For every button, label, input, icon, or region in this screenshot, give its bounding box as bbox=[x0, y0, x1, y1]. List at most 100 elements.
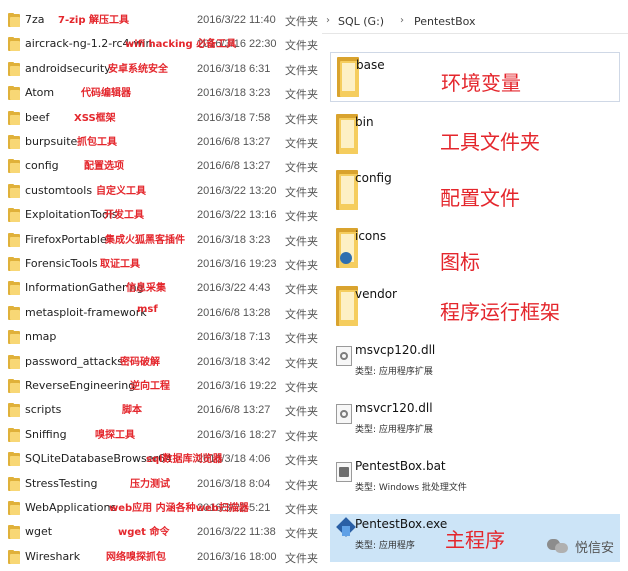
annotation-label: wifi hacking 必备工具 bbox=[125, 39, 237, 51]
file-name: WebApplications bbox=[25, 501, 117, 514]
file-type: 类型: Windows 批处理文件 bbox=[355, 483, 467, 493]
date-modified: 2016/6/8 13:28 bbox=[197, 306, 271, 319]
annotation-label: XSS框架 bbox=[74, 112, 116, 124]
annotation-label: 环境变量 bbox=[441, 71, 521, 95]
file-name: FirefoxPortable bbox=[25, 232, 107, 246]
batch-file-icon bbox=[336, 462, 352, 482]
date-modified: 2016/6/8 13:27 bbox=[197, 136, 271, 148]
list-item[interactable]: Sniffing 2016/3/16 18:27 文件夹 bbox=[0, 423, 318, 447]
folder-tile[interactable]: config 配置文件 bbox=[330, 166, 620, 216]
folder-name: bin bbox=[355, 115, 374, 129]
list-item[interactable]: metasploit-framework 2016/6/8 13:28 文件夹 bbox=[0, 301, 318, 325]
file-type: 文件夹 bbox=[285, 15, 318, 28]
list-item[interactable]: Atom 2016/3/18 3:23 文件夹 bbox=[0, 81, 318, 105]
annotation-label: 抓包工具 bbox=[77, 137, 117, 148]
folder-icon bbox=[8, 37, 20, 52]
breadcrumb-drive[interactable]: SQL (G:) bbox=[338, 15, 384, 28]
folder-icon bbox=[8, 159, 20, 174]
annotation-label: web应用 内涵各种web扫描器 bbox=[109, 503, 249, 514]
date-modified: 2016/3/18 7:13 bbox=[197, 331, 271, 344]
annotation-label: 程序运行框架 bbox=[440, 300, 560, 324]
date-modified: 2016/3/16 19:23 bbox=[197, 258, 277, 270]
left-file-list: 7za 2016/3/22 11:40 文件夹 7-zip 解压工具 aircrack-… bbox=[0, 0, 318, 571]
folder-tile[interactable]: bin 工具文件夹 bbox=[330, 110, 620, 160]
date-modified: 2016/3/18 7:58 bbox=[197, 111, 271, 124]
file-name: ForensicTools bbox=[25, 257, 98, 270]
date-modified: 2016/3/16 19:22 bbox=[197, 380, 277, 392]
file-type: 文件夹 bbox=[285, 210, 318, 224]
file-name: Atom bbox=[25, 86, 55, 100]
file-name: msvcr120.dll bbox=[355, 401, 433, 415]
folder-name: vendor bbox=[355, 287, 397, 301]
folder-icon bbox=[8, 61, 20, 76]
file-type: 类型: 应用程序 bbox=[355, 541, 415, 551]
annotation-label: 主程序 bbox=[445, 528, 505, 552]
folder-icon bbox=[8, 330, 20, 345]
folder-icon bbox=[8, 183, 20, 198]
annotation-label: 脚本 bbox=[122, 405, 142, 417]
file-name: ReverseEngineering bbox=[25, 379, 136, 392]
folder-icon bbox=[8, 476, 20, 491]
dll-file-icon bbox=[336, 346, 352, 366]
list-item[interactable]: 7za 2016/3/22 11:40 文件夹 bbox=[0, 8, 318, 32]
breadcrumb-folder[interactable]: PentestBox bbox=[414, 15, 476, 28]
file-type: 文件夹 bbox=[285, 63, 318, 77]
folder-tile[interactable]: vendor 程序运行框架 bbox=[330, 282, 620, 332]
file-type: 文件夹 bbox=[285, 112, 318, 126]
file-name: nmap bbox=[25, 330, 57, 344]
file-name: config bbox=[25, 159, 59, 173]
file-tile[interactable]: msvcr120.dll 类型: 应用程序扩展 bbox=[330, 398, 620, 446]
file-name: scripts bbox=[25, 403, 62, 417]
file-name: password_attacks bbox=[25, 354, 123, 368]
annotation-label: 安卓系统安全 bbox=[108, 63, 168, 75]
list-item[interactable]: beef 2016/3/18 7:58 文件夹 bbox=[0, 106, 318, 130]
breadcrumb-separator: › bbox=[400, 15, 404, 26]
app-cube-icon bbox=[336, 517, 356, 540]
list-item[interactable]: nmap 2016/3/18 7:13 文件夹 bbox=[0, 325, 318, 349]
annotation-label: 网络嗅探抓包 bbox=[106, 551, 166, 563]
annotation-label: wget 命令 bbox=[118, 527, 170, 539]
file-name: wget bbox=[25, 525, 53, 539]
date-modified: 2016/3/18 6:31 bbox=[197, 62, 271, 75]
file-name: androidsecurity bbox=[25, 61, 111, 75]
file-type: 文件夹 bbox=[285, 405, 318, 419]
list-item[interactable]: scripts 2016/6/8 13:27 文件夹 bbox=[0, 398, 318, 422]
annotation-label: 7-zip 解压工具 bbox=[58, 15, 129, 26]
list-item[interactable]: config 2016/6/8 13:27 文件夹 bbox=[0, 154, 318, 178]
list-item[interactable]: burpsuite 2016/6/8 13:27 文件夹 bbox=[0, 130, 318, 154]
folder-icon bbox=[8, 232, 20, 247]
date-modified: 2016/3/18 8:04 bbox=[197, 477, 271, 490]
file-type: 文件夹 bbox=[285, 39, 318, 53]
folder-icon bbox=[8, 354, 20, 369]
annotation-label: 密码破解 bbox=[120, 356, 160, 368]
file-type: 文件夹 bbox=[285, 259, 318, 272]
folder-name: icons bbox=[355, 229, 387, 243]
file-type: 文件夹 bbox=[285, 527, 318, 541]
file-name: 7za bbox=[25, 13, 45, 26]
date-modified: 2016/3/22 11:38 bbox=[197, 526, 276, 539]
annotation-label: 自定义工具 bbox=[96, 185, 146, 197]
annotation-label: 配置选项 bbox=[84, 161, 124, 173]
file-tile[interactable]: PentestBox.bat 类型: Windows 批处理文件 bbox=[330, 456, 620, 504]
file-type: 文件夹 bbox=[285, 137, 318, 150]
folder-icon bbox=[8, 501, 20, 515]
folder-icon bbox=[8, 403, 20, 418]
folder-icon bbox=[8, 135, 20, 149]
list-item[interactable]: customtools 2016/3/22 13:20 文件夹 bbox=[0, 179, 318, 203]
file-tile[interactable]: msvcp120.dll 类型: 应用程序扩展 bbox=[330, 340, 620, 388]
date-modified: 2016/3/18 3:23 bbox=[197, 87, 271, 100]
folder-icon bbox=[8, 525, 20, 540]
date-modified: 2016/3/22 13:20 bbox=[197, 184, 277, 197]
list-item[interactable]: ExploitationTools 2016/3/22 13:16 文件夹 bbox=[0, 203, 318, 227]
list-item[interactable]: ForensicTools 2016/3/16 19:23 文件夹 bbox=[0, 252, 318, 276]
dll-file-icon bbox=[336, 404, 352, 424]
file-name: beef bbox=[25, 110, 50, 124]
folder-tile[interactable]: base 环境变量 bbox=[330, 52, 620, 102]
folder-name: config bbox=[355, 171, 392, 185]
folder-tile[interactable]: icons 图标 bbox=[330, 224, 620, 274]
file-name: msvcp120.dll bbox=[355, 343, 436, 357]
date-modified: 2016/3/18 3:42 bbox=[197, 355, 271, 368]
file-name: Wireshark bbox=[25, 549, 81, 563]
file-name: customtools bbox=[25, 183, 93, 197]
file-type: 文件夹 bbox=[285, 283, 318, 297]
